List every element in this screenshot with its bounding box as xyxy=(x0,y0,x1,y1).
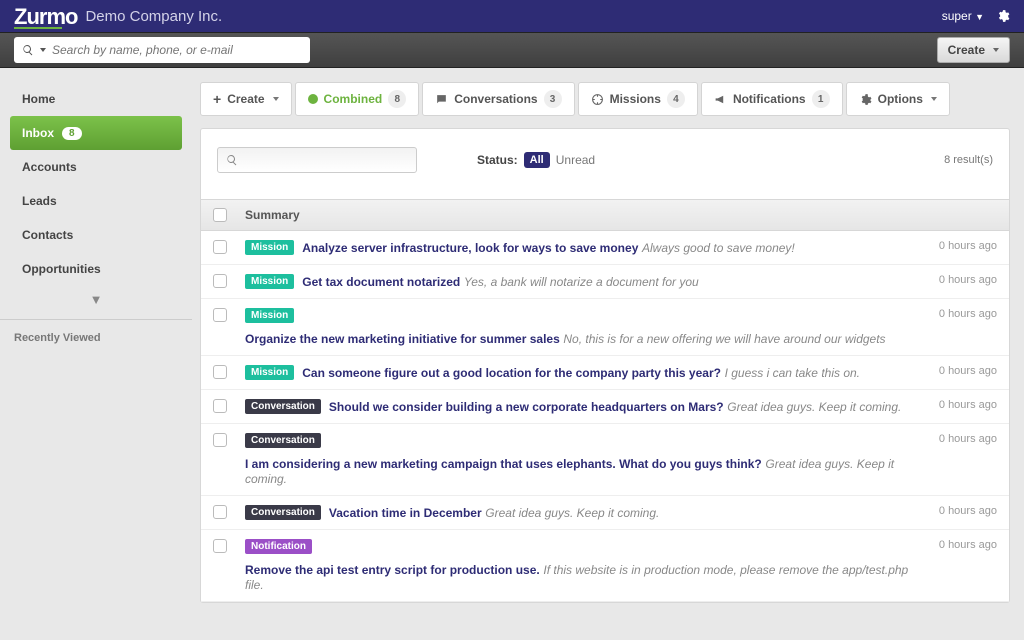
list-header: Summary xyxy=(201,199,1009,231)
create-button[interactable]: Create xyxy=(937,37,1010,63)
row-description: Great idea guys. Keep it coming. xyxy=(727,400,901,414)
row-title[interactable]: Remove the api test entry script for pro… xyxy=(245,563,540,577)
tab-missions[interactable]: Missions 4 xyxy=(578,82,698,116)
logo[interactable]: Zurmo xyxy=(14,4,77,29)
summary-column-header: Summary xyxy=(245,208,300,222)
select-all-checkbox[interactable] xyxy=(213,208,227,222)
type-tag: Mission xyxy=(245,274,294,289)
top-bar: Zurmo Demo Company Inc. super ▼ xyxy=(0,0,1024,32)
global-search-input[interactable] xyxy=(52,43,302,57)
chevron-down-icon[interactable] xyxy=(40,48,46,52)
row-checkbox[interactable] xyxy=(213,308,227,322)
status-label: Status: xyxy=(477,153,518,167)
chevron-down-icon xyxy=(931,97,937,101)
list-search-input[interactable] xyxy=(238,153,408,167)
main-content: + Create Combined 8 Conversations 3 Miss… xyxy=(192,68,1024,640)
tab-options[interactable]: Options xyxy=(846,82,950,116)
row-checkbox[interactable] xyxy=(213,433,227,447)
row-checkbox[interactable] xyxy=(213,399,227,413)
sidebar-item-opportunities[interactable]: Opportunities xyxy=(10,252,182,286)
row-title[interactable]: Analyze server infrastructure, look for … xyxy=(302,241,638,255)
row-description: No, this is for a new offering we will h… xyxy=(563,332,885,346)
search-icon xyxy=(22,44,34,56)
type-tag: Mission xyxy=(245,365,294,380)
gear-icon[interactable] xyxy=(996,9,1010,23)
row-checkbox[interactable] xyxy=(213,240,227,254)
sidebar-item-home[interactable]: Home xyxy=(10,82,182,116)
row-timestamp: 0 hours ago xyxy=(929,505,997,517)
target-icon xyxy=(591,93,604,106)
plus-icon: + xyxy=(213,91,221,107)
list-search[interactable] xyxy=(217,147,417,173)
row-timestamp: 0 hours ago xyxy=(929,365,997,377)
type-tag: Mission xyxy=(245,308,294,323)
row-timestamp: 0 hours ago xyxy=(929,399,997,411)
dot-icon xyxy=(308,94,318,104)
table-row[interactable]: Mission Organize the new marketing initi… xyxy=(201,299,1009,356)
row-description: Great idea guys. Keep it coming. xyxy=(485,506,659,520)
type-tag: Notification xyxy=(245,539,312,554)
user-menu[interactable]: super ▼ xyxy=(942,9,984,23)
row-checkbox[interactable] xyxy=(213,539,227,553)
sidebar-item-leads[interactable]: Leads xyxy=(10,184,182,218)
row-title[interactable]: Get tax document notarized xyxy=(302,275,460,289)
company-name: Demo Company Inc. xyxy=(85,8,222,25)
row-title[interactable]: Organize the new marketing initiative fo… xyxy=(245,332,560,346)
tab-combined[interactable]: Combined 8 xyxy=(295,82,420,116)
search-bar: Create xyxy=(0,32,1024,68)
tab-bar: + Create Combined 8 Conversations 3 Miss… xyxy=(200,82,1010,116)
chevron-down-icon xyxy=(273,97,279,101)
status-filter-all[interactable]: All xyxy=(524,152,550,168)
search-icon xyxy=(226,154,238,166)
row-checkbox[interactable] xyxy=(213,505,227,519)
table-row[interactable]: Conversation Vacation time in December G… xyxy=(201,496,1009,530)
tab-create[interactable]: + Create xyxy=(200,82,292,116)
inbox-count-badge: 8 xyxy=(62,127,82,140)
row-description: I guess i can take this on. xyxy=(725,366,860,380)
sidebar-expand-toggle[interactable]: ▼ xyxy=(10,286,182,313)
tab-notifications[interactable]: Notifications 1 xyxy=(701,82,843,116)
row-checkbox[interactable] xyxy=(213,274,227,288)
table-row[interactable]: Mission Can someone figure out a good lo… xyxy=(201,356,1009,390)
sidebar-item-inbox[interactable]: Inbox 8 xyxy=(10,116,182,150)
type-tag: Mission xyxy=(245,240,294,255)
list-panel: Status: All Unread 8 result(s) Summary M… xyxy=(200,128,1010,603)
global-search[interactable] xyxy=(14,37,310,63)
sidebar: Home Inbox 8 Accounts Leads Contacts Opp… xyxy=(0,68,192,640)
type-tag: Conversation xyxy=(245,399,321,414)
row-title[interactable]: Can someone figure out a good location f… xyxy=(302,366,721,380)
recently-viewed-header: Recently Viewed xyxy=(0,319,192,356)
sidebar-item-contacts[interactable]: Contacts xyxy=(10,218,182,252)
speech-icon xyxy=(435,93,448,106)
type-tag: Conversation xyxy=(245,433,321,448)
row-title[interactable]: I am considering a new marketing campaig… xyxy=(245,457,762,471)
row-description: Yes, a bank will notarize a document for… xyxy=(464,275,699,289)
row-description: Always good to save money! xyxy=(642,241,795,255)
sidebar-item-accounts[interactable]: Accounts xyxy=(10,150,182,184)
table-row[interactable]: Conversation Should we consider building… xyxy=(201,390,1009,424)
row-timestamp: 0 hours ago xyxy=(929,274,997,286)
row-title[interactable]: Vacation time in December xyxy=(329,506,482,520)
status-filter-unread[interactable]: Unread xyxy=(556,153,595,167)
tab-conversations[interactable]: Conversations 3 xyxy=(422,82,574,116)
row-timestamp: 0 hours ago xyxy=(929,433,997,445)
type-tag: Conversation xyxy=(245,505,321,520)
row-timestamp: 0 hours ago xyxy=(929,240,997,252)
row-timestamp: 0 hours ago xyxy=(929,539,997,551)
result-count: 8 result(s) xyxy=(944,154,993,166)
chevron-down-icon xyxy=(993,48,999,52)
table-row[interactable]: Conversation I am considering a new mark… xyxy=(201,424,1009,496)
row-checkbox[interactable] xyxy=(213,365,227,379)
table-row[interactable]: Mission Analyze server infrastructure, l… xyxy=(201,231,1009,265)
row-title[interactable]: Should we consider building a new corpor… xyxy=(329,400,724,414)
table-row[interactable]: Notification Remove the api test entry s… xyxy=(201,530,1009,602)
row-timestamp: 0 hours ago xyxy=(929,308,997,320)
megaphone-icon xyxy=(714,93,727,106)
gear-icon xyxy=(859,93,872,106)
table-row[interactable]: Mission Get tax document notarized Yes, … xyxy=(201,265,1009,299)
